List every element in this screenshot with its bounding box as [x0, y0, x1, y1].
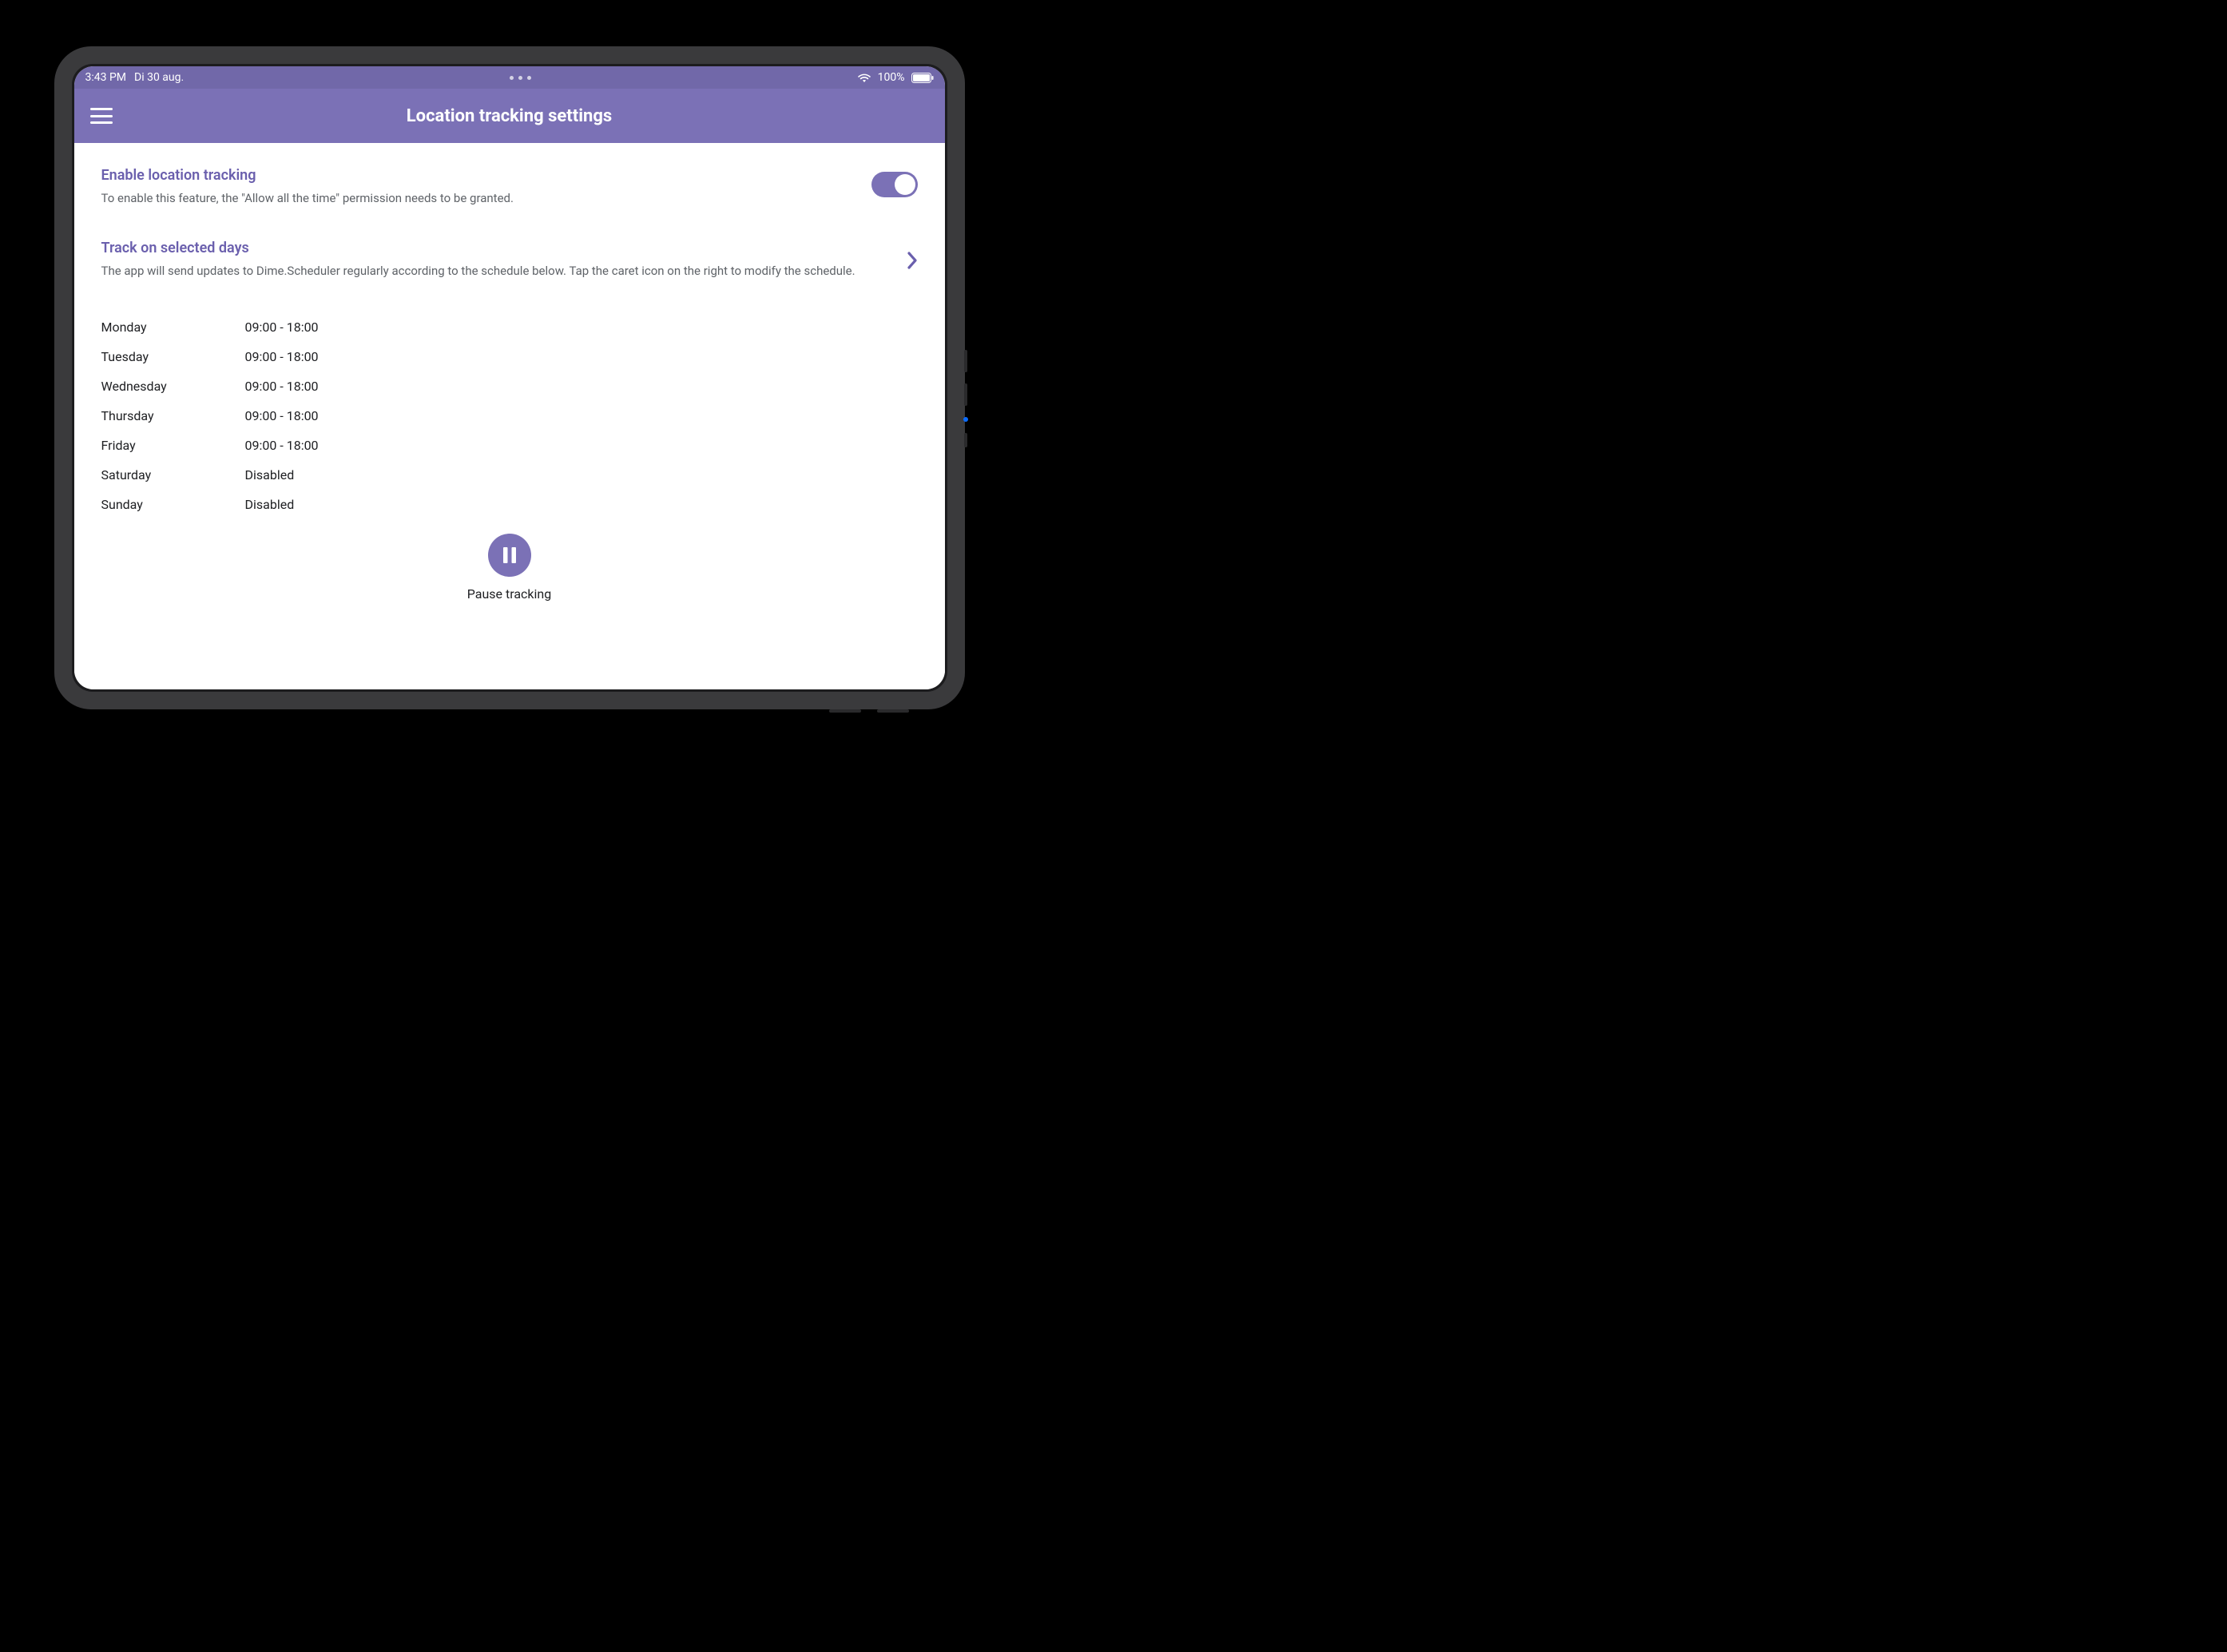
schedule-row: Thursday 09:00 - 18:00	[101, 401, 918, 431]
tablet-frame: 3:43 PM Di 30 aug.	[54, 46, 965, 709]
schedule-time: Disabled	[245, 467, 295, 482]
screen: 3:43 PM Di 30 aug.	[74, 66, 945, 689]
chevron-right-icon[interactable]	[907, 251, 918, 275]
status-left: 3:43 PM Di 30 aug.	[85, 71, 185, 84]
schedule-day: Friday	[101, 438, 245, 453]
multitask-dots[interactable]	[510, 76, 531, 80]
schedule-day: Wednesday	[101, 379, 245, 394]
schedule-list: Monday 09:00 - 18:00 Tuesday 09:00 - 18:…	[101, 312, 918, 519]
device-button	[964, 350, 967, 372]
device-button	[829, 709, 861, 713]
schedule-day: Saturday	[101, 467, 245, 482]
page-title: Location tracking settings	[74, 106, 945, 126]
schedule-time: 09:00 - 18:00	[245, 408, 319, 423]
device-button	[964, 433, 967, 447]
schedule-time: 09:00 - 18:00	[245, 349, 319, 364]
enable-tracking-toggle[interactable]	[871, 172, 918, 197]
schedule-title: Track on selected days	[101, 240, 887, 256]
schedule-day: Sunday	[101, 497, 245, 512]
dot-icon	[510, 76, 514, 80]
schedule-row: Friday 09:00 - 18:00	[101, 431, 918, 460]
dot-icon	[518, 76, 522, 80]
app-bar: Location tracking settings	[74, 89, 945, 143]
wifi-icon	[857, 73, 871, 83]
device-button	[877, 709, 909, 713]
schedule-day: Tuesday	[101, 349, 245, 364]
toggle-knob	[895, 174, 915, 195]
dot-icon	[527, 76, 531, 80]
schedule-row: Saturday Disabled	[101, 460, 918, 490]
status-time: 3:43 PM	[85, 71, 127, 84]
schedule-time: 09:00 - 18:00	[245, 320, 319, 335]
schedule-row: Tuesday 09:00 - 18:00	[101, 342, 918, 371]
pause-icon	[502, 546, 518, 565]
pause-section: Pause tracking	[101, 534, 918, 602]
device-led	[963, 417, 968, 422]
battery-icon	[911, 73, 934, 83]
device-button	[964, 383, 967, 406]
schedule-time: Disabled	[245, 497, 295, 512]
schedule-day: Monday	[101, 320, 245, 335]
schedule-time: 09:00 - 18:00	[245, 379, 319, 394]
enable-tracking-row: Enable location tracking To enable this …	[101, 167, 918, 208]
enable-tracking-text: Enable location tracking To enable this …	[101, 167, 852, 208]
device-bottom-buttons	[829, 709, 909, 713]
schedule-header-row: Track on selected days The app will send…	[101, 240, 918, 280]
schedule-day: Thursday	[101, 408, 245, 423]
device-bezel: 3:43 PM Di 30 aug.	[72, 64, 947, 692]
schedule-description: The app will send updates to Dime.Schedu…	[101, 263, 887, 280]
battery-percent: 100%	[878, 71, 905, 84]
menu-icon[interactable]	[90, 108, 113, 124]
schedule-time: 09:00 - 18:00	[245, 438, 319, 453]
status-right: 100%	[857, 71, 934, 84]
device-side-buttons	[964, 350, 968, 447]
status-date: Di 30 aug.	[134, 71, 184, 84]
status-bar: 3:43 PM Di 30 aug.	[74, 66, 945, 89]
schedule-row: Sunday Disabled	[101, 490, 918, 519]
schedule-row: Monday 09:00 - 18:00	[101, 312, 918, 342]
schedule-row: Wednesday 09:00 - 18:00	[101, 371, 918, 401]
pause-label: Pause tracking	[467, 586, 551, 602]
pause-button[interactable]	[488, 534, 531, 577]
schedule-header-text: Track on selected days The app will send…	[101, 240, 887, 280]
enable-tracking-title: Enable location tracking	[101, 167, 852, 184]
content-area: Enable location tracking To enable this …	[74, 143, 945, 689]
enable-tracking-description: To enable this feature, the "Allow all t…	[101, 190, 852, 208]
